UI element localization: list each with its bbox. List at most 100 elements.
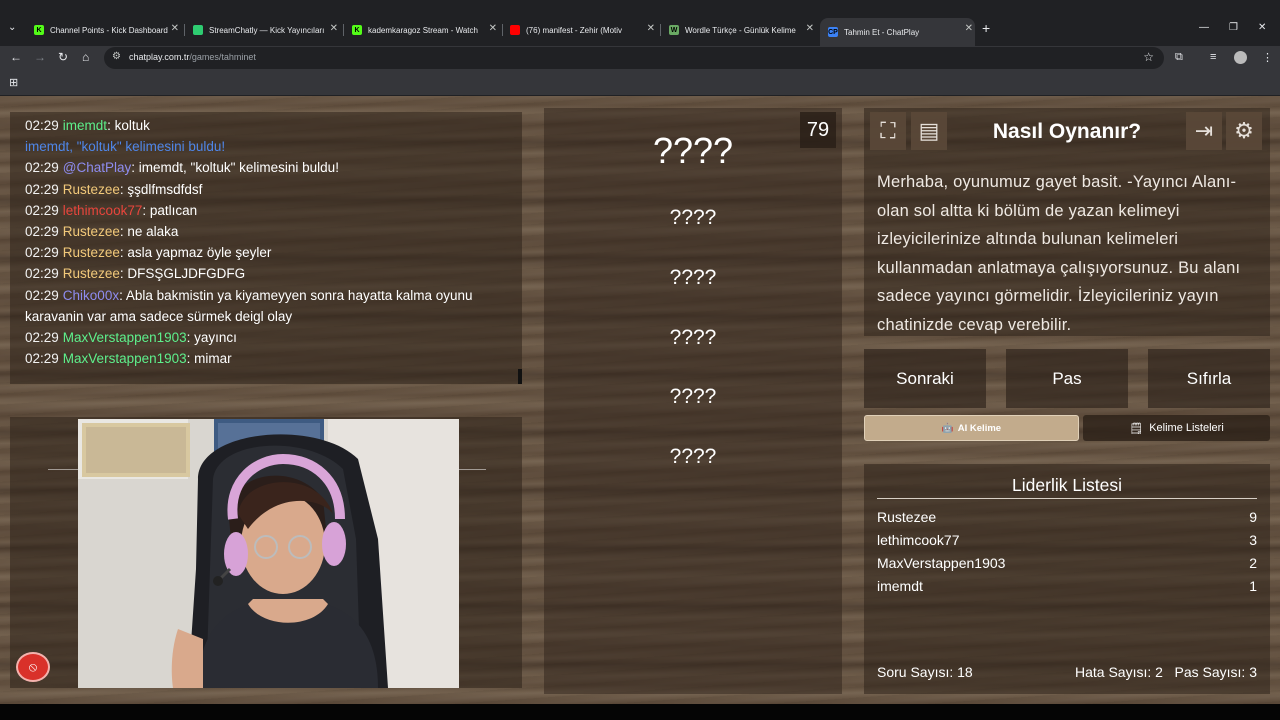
extensions-icon[interactable]: ⧉ (1175, 51, 1183, 64)
fullscreen-icon[interactable]: ⛶ (870, 112, 906, 150)
how-to-play-title: Nasıl Oynanır? (992, 120, 1142, 143)
chat-username[interactable]: Rustezee (63, 182, 120, 197)
tab-close-icon[interactable]: ✕ (965, 23, 973, 34)
target-word: ???? (652, 130, 734, 171)
restore-icon[interactable]: ❐ (1229, 22, 1238, 33)
tab-title: kademkaragoz Stream - Watch (368, 25, 478, 35)
tab-favicon-icon: K (34, 25, 44, 35)
browser-tab[interactable]: K Channel Points - Kick Dashboard ✕ (26, 18, 181, 42)
chat-username[interactable]: Rustezee (63, 266, 120, 281)
player-score: 3 (1249, 532, 1257, 548)
chat-scrollbar[interactable] (518, 369, 522, 384)
next-button[interactable]: Sonraki (864, 349, 986, 408)
chat-username[interactable]: Rustezee (63, 245, 120, 260)
webcam-panel: ⦸ (10, 417, 522, 688)
chat-username[interactable]: Rustezee (63, 224, 120, 239)
tab-title: Channel Points - Kick Dashboard (50, 25, 168, 35)
tab-close-icon[interactable]: ✕ (647, 23, 655, 34)
tab-search-icon[interactable]: ⌄ (8, 22, 16, 33)
home-icon[interactable]: ⌂ (82, 50, 89, 64)
chat-username[interactable]: Chiko00x (63, 288, 119, 303)
message-time: 02:29 (25, 287, 59, 303)
chat-message: 02:29 Rustezee: ne alaka (25, 221, 507, 242)
leaderboard-row: Rustezee 9 (877, 509, 1257, 529)
profile-avatar[interactable] (1234, 51, 1247, 64)
tab-close-icon[interactable]: ✕ (171, 23, 179, 34)
message-time: 02:29 (25, 160, 59, 176)
leaderboard-row: lethimcook77 3 (877, 532, 1257, 552)
browser-toolbar: ← → ↻ ⌂ ⚙ chatplay.com.tr/games/tahminet… (0, 46, 1280, 70)
player-score: 2 (1249, 555, 1257, 571)
media-icon[interactable]: ≡ (1210, 51, 1216, 63)
browser-tab[interactable]: (76) manifest - Zehir (Motiv ✕ (502, 18, 657, 42)
browser-tab[interactable]: W Wordle Türkçe - Günlük Kelime ✕ (661, 18, 816, 42)
chat-message: 02:29 Rustezee: DFSŞGLJDFGDFG (25, 263, 507, 284)
reload-icon[interactable]: ↻ (58, 50, 68, 64)
message-text: : DFSŞGLJDFGDFG (119, 266, 246, 282)
message-time: 02:29 (25, 224, 59, 240)
pass-button[interactable]: Pas (1006, 349, 1128, 408)
message-time: 02:29 (25, 266, 59, 282)
forbidden-word-5: ???? (669, 445, 717, 468)
address-bar[interactable]: ⚙ chatplay.com.tr/games/tahminet ☆ (104, 47, 1164, 69)
chat-message: 02:29 Chiko00x: Abla bakmistin ya kiyamey… (25, 285, 507, 327)
new-tab-button[interactable]: + (982, 20, 990, 36)
tab-close-icon[interactable]: ✕ (489, 23, 497, 34)
tab-favicon-icon: W (669, 25, 679, 35)
game-page: 02:29 imemdt: koltuk imemdt, "koltuk" keli… (0, 96, 1280, 704)
close-window-icon[interactable]: ✕ (1258, 22, 1266, 33)
chat-username[interactable]: @ChatPlay (63, 160, 131, 175)
tab-title: Wordle Türkçe - Günlük Kelime (685, 25, 796, 35)
chat-message: 02:29 Rustezee: şşdlfmsdfdsf (25, 179, 507, 200)
message-text: : asla yapmaz öyle şeyler (119, 245, 272, 261)
word-lists-label: Kelime Listeleri (1149, 422, 1224, 434)
chat-username[interactable]: MaxVerstappen1903 (63, 351, 187, 366)
chat-username[interactable]: MaxVerstappen1903 (63, 330, 187, 345)
back-icon[interactable]: ← (10, 50, 22, 64)
word-guess-panel: 79 ???? ???? ???? ???? ???? ???? (544, 108, 842, 694)
bookmark-star-icon[interactable]: ☆ (1143, 50, 1154, 64)
tab-close-icon[interactable]: ✕ (330, 23, 338, 34)
chat-message: 02:29 Rustezee: asla yapmaz öyle şeyler (25, 242, 507, 263)
streamer-image (78, 419, 459, 688)
message-time: 02:29 (25, 202, 59, 218)
chat-message: 02:29 @ChatPlay: imemdt, "koltuk" kelimes… (25, 157, 507, 178)
leaderboard-row: MaxVerstappen1903 2 (877, 555, 1257, 575)
ai-word-button[interactable]: 🤖 AI Kelime (864, 415, 1079, 441)
tab-title: StreamChatly — Kick Yayıncıları (209, 25, 325, 35)
error-count: Hata Sayısı: 2 (1075, 664, 1163, 680)
message-time: 02:29 (25, 351, 59, 367)
word-lists-button[interactable]: 🗒 Kelime Listeleri (1083, 415, 1270, 441)
tab-title: (76) manifest - Zehir (Motiv (526, 25, 623, 35)
browser-tab-bar: ⌄ K Channel Points - Kick Dashboard ✕ Strea… (0, 0, 1280, 46)
apps-grid-icon[interactable]: ⊞ (9, 76, 18, 89)
browser-menu-icon[interactable]: ⋮ (1262, 51, 1273, 64)
minimize-icon[interactable]: — (1199, 22, 1209, 33)
exit-icon[interactable]: ⇥ (1186, 112, 1222, 150)
forward-icon[interactable]: → (34, 50, 46, 64)
pass-count: Pas Sayısı: 3 (1174, 664, 1257, 680)
tab-close-icon[interactable]: ✕ (806, 23, 814, 34)
tab-favicon-icon (193, 25, 203, 35)
settings-gear-icon[interactable]: ⚙ (1226, 112, 1262, 150)
browser-tab[interactable]: StreamChatly — Kick Yayıncıları ✕ (185, 18, 340, 42)
reset-button[interactable]: Sıfırla (1148, 349, 1270, 408)
browser-tab[interactable]: CP Tahmin Et - ChatPlay ✕ (820, 18, 975, 46)
message-text: : şşdlfmsdfdsf (119, 181, 203, 197)
game-stats: Soru Sayısı: 18 Hata Sayısı: 2 Pas Sayıs… (877, 664, 1257, 680)
leaderboard-row: imemdt 1 (877, 578, 1257, 598)
browser-tab[interactable]: Kkademkaragoz Stream - Watch ✕ (344, 18, 499, 42)
notes-icon[interactable]: ▤ (911, 112, 947, 150)
forbidden-word-3: ???? (669, 326, 717, 349)
site-info-icon[interactable]: ⚙ (112, 51, 121, 62)
record-button[interactable]: ⦸ (16, 652, 50, 682)
message-text: : ne alaka (119, 224, 179, 240)
player-name: MaxVerstappen1903 (877, 555, 1006, 571)
chat-username[interactable]: imemdt (63, 118, 107, 133)
chat-username[interactable]: lethimcook77 (63, 203, 143, 218)
message-text: : koltuk (107, 118, 150, 133)
webcam-video (78, 419, 459, 688)
message-time: 02:29 (25, 118, 59, 133)
leaderboard-title: Liderlik Listesi (1012, 475, 1122, 495)
forbidden-word-1: ???? (669, 206, 717, 229)
